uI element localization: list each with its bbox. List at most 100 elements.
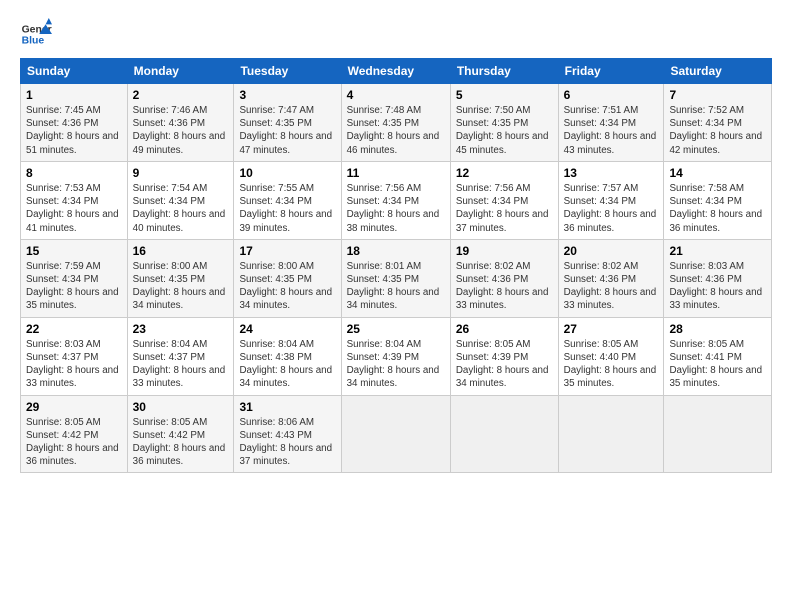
day-info: Sunrise: 7:56 AMSunset: 4:34 PMDaylight:… xyxy=(347,183,440,234)
calendar-cell: 31 Sunrise: 8:06 AMSunset: 4:43 PMDaylig… xyxy=(234,395,341,473)
day-number: 19 xyxy=(456,244,553,258)
col-friday: Friday xyxy=(558,59,664,84)
day-info: Sunrise: 8:04 AMSunset: 4:38 PMDaylight:… xyxy=(239,339,332,390)
day-info: Sunrise: 7:50 AMSunset: 4:35 PMDaylight:… xyxy=(456,105,549,156)
day-number: 9 xyxy=(133,166,229,180)
day-number: 24 xyxy=(239,322,335,336)
calendar-cell: 16 Sunrise: 8:00 AMSunset: 4:35 PMDaylig… xyxy=(127,239,234,317)
calendar-cell xyxy=(664,395,772,473)
calendar-cell: 3 Sunrise: 7:47 AMSunset: 4:35 PMDayligh… xyxy=(234,84,341,162)
calendar-cell: 28 Sunrise: 8:05 AMSunset: 4:41 PMDaylig… xyxy=(664,317,772,395)
col-thursday: Thursday xyxy=(450,59,558,84)
day-info: Sunrise: 7:47 AMSunset: 4:35 PMDaylight:… xyxy=(239,105,332,156)
header: General Blue xyxy=(20,18,772,50)
day-info: Sunrise: 8:06 AMSunset: 4:43 PMDaylight:… xyxy=(239,417,332,468)
day-number: 8 xyxy=(26,166,122,180)
calendar-header-row: Sunday Monday Tuesday Wednesday Thursday… xyxy=(21,59,772,84)
calendar-week-row: 29 Sunrise: 8:05 AMSunset: 4:42 PMDaylig… xyxy=(21,395,772,473)
day-number: 18 xyxy=(347,244,445,258)
day-number: 28 xyxy=(669,322,766,336)
day-number: 14 xyxy=(669,166,766,180)
day-info: Sunrise: 8:00 AMSunset: 4:35 PMDaylight:… xyxy=(133,261,226,312)
calendar-cell: 27 Sunrise: 8:05 AMSunset: 4:40 PMDaylig… xyxy=(558,317,664,395)
calendar-cell: 26 Sunrise: 8:05 AMSunset: 4:39 PMDaylig… xyxy=(450,317,558,395)
day-info: Sunrise: 7:46 AMSunset: 4:36 PMDaylight:… xyxy=(133,105,226,156)
calendar-cell: 22 Sunrise: 8:03 AMSunset: 4:37 PMDaylig… xyxy=(21,317,128,395)
calendar-cell: 9 Sunrise: 7:54 AMSunset: 4:34 PMDayligh… xyxy=(127,161,234,239)
day-number: 22 xyxy=(26,322,122,336)
logo-icon: General Blue xyxy=(20,18,52,50)
day-info: Sunrise: 7:54 AMSunset: 4:34 PMDaylight:… xyxy=(133,183,226,234)
day-info: Sunrise: 8:02 AMSunset: 4:36 PMDaylight:… xyxy=(564,261,657,312)
day-info: Sunrise: 7:48 AMSunset: 4:35 PMDaylight:… xyxy=(347,105,440,156)
day-number: 11 xyxy=(347,166,445,180)
day-number: 29 xyxy=(26,400,122,414)
calendar-cell: 8 Sunrise: 7:53 AMSunset: 4:34 PMDayligh… xyxy=(21,161,128,239)
calendar: Sunday Monday Tuesday Wednesday Thursday… xyxy=(20,58,772,473)
calendar-cell: 21 Sunrise: 8:03 AMSunset: 4:36 PMDaylig… xyxy=(664,239,772,317)
calendar-week-row: 8 Sunrise: 7:53 AMSunset: 4:34 PMDayligh… xyxy=(21,161,772,239)
calendar-cell: 20 Sunrise: 8:02 AMSunset: 4:36 PMDaylig… xyxy=(558,239,664,317)
calendar-week-row: 15 Sunrise: 7:59 AMSunset: 4:34 PMDaylig… xyxy=(21,239,772,317)
day-number: 31 xyxy=(239,400,335,414)
day-info: Sunrise: 8:04 AMSunset: 4:37 PMDaylight:… xyxy=(133,339,226,390)
calendar-cell: 14 Sunrise: 7:58 AMSunset: 4:34 PMDaylig… xyxy=(664,161,772,239)
col-saturday: Saturday xyxy=(664,59,772,84)
day-info: Sunrise: 8:05 AMSunset: 4:41 PMDaylight:… xyxy=(669,339,762,390)
day-number: 13 xyxy=(564,166,659,180)
calendar-week-row: 1 Sunrise: 7:45 AMSunset: 4:36 PMDayligh… xyxy=(21,84,772,162)
day-number: 5 xyxy=(456,88,553,102)
calendar-cell xyxy=(558,395,664,473)
day-info: Sunrise: 8:05 AMSunset: 4:42 PMDaylight:… xyxy=(133,417,226,468)
calendar-cell: 19 Sunrise: 8:02 AMSunset: 4:36 PMDaylig… xyxy=(450,239,558,317)
calendar-cell: 23 Sunrise: 8:04 AMSunset: 4:37 PMDaylig… xyxy=(127,317,234,395)
calendar-cell: 13 Sunrise: 7:57 AMSunset: 4:34 PMDaylig… xyxy=(558,161,664,239)
day-info: Sunrise: 8:05 AMSunset: 4:42 PMDaylight:… xyxy=(26,417,119,468)
day-info: Sunrise: 7:58 AMSunset: 4:34 PMDaylight:… xyxy=(669,183,762,234)
calendar-cell xyxy=(450,395,558,473)
day-number: 16 xyxy=(133,244,229,258)
calendar-cell: 15 Sunrise: 7:59 AMSunset: 4:34 PMDaylig… xyxy=(21,239,128,317)
day-info: Sunrise: 7:53 AMSunset: 4:34 PMDaylight:… xyxy=(26,183,119,234)
day-info: Sunrise: 8:03 AMSunset: 4:37 PMDaylight:… xyxy=(26,339,119,390)
day-number: 30 xyxy=(133,400,229,414)
svg-text:Blue: Blue xyxy=(22,36,45,47)
col-tuesday: Tuesday xyxy=(234,59,341,84)
day-number: 10 xyxy=(239,166,335,180)
day-number: 6 xyxy=(564,88,659,102)
day-number: 7 xyxy=(669,88,766,102)
calendar-cell: 2 Sunrise: 7:46 AMSunset: 4:36 PMDayligh… xyxy=(127,84,234,162)
calendar-cell: 10 Sunrise: 7:55 AMSunset: 4:34 PMDaylig… xyxy=(234,161,341,239)
day-number: 23 xyxy=(133,322,229,336)
day-number: 27 xyxy=(564,322,659,336)
day-number: 26 xyxy=(456,322,553,336)
page: General Blue Sunday Monday Tuesday Wedne… xyxy=(0,0,792,612)
col-sunday: Sunday xyxy=(21,59,128,84)
day-info: Sunrise: 8:01 AMSunset: 4:35 PMDaylight:… xyxy=(347,261,440,312)
calendar-cell: 24 Sunrise: 8:04 AMSunset: 4:38 PMDaylig… xyxy=(234,317,341,395)
calendar-cell xyxy=(341,395,450,473)
logo: General Blue xyxy=(20,18,58,50)
calendar-cell: 7 Sunrise: 7:52 AMSunset: 4:34 PMDayligh… xyxy=(664,84,772,162)
day-info: Sunrise: 8:02 AMSunset: 4:36 PMDaylight:… xyxy=(456,261,549,312)
calendar-week-row: 22 Sunrise: 8:03 AMSunset: 4:37 PMDaylig… xyxy=(21,317,772,395)
calendar-cell: 30 Sunrise: 8:05 AMSunset: 4:42 PMDaylig… xyxy=(127,395,234,473)
day-info: Sunrise: 7:55 AMSunset: 4:34 PMDaylight:… xyxy=(239,183,332,234)
calendar-cell: 4 Sunrise: 7:48 AMSunset: 4:35 PMDayligh… xyxy=(341,84,450,162)
calendar-cell: 1 Sunrise: 7:45 AMSunset: 4:36 PMDayligh… xyxy=(21,84,128,162)
calendar-cell: 18 Sunrise: 8:01 AMSunset: 4:35 PMDaylig… xyxy=(341,239,450,317)
day-info: Sunrise: 8:05 AMSunset: 4:40 PMDaylight:… xyxy=(564,339,657,390)
day-info: Sunrise: 7:52 AMSunset: 4:34 PMDaylight:… xyxy=(669,105,762,156)
calendar-cell: 11 Sunrise: 7:56 AMSunset: 4:34 PMDaylig… xyxy=(341,161,450,239)
day-info: Sunrise: 7:51 AMSunset: 4:34 PMDaylight:… xyxy=(564,105,657,156)
day-info: Sunrise: 8:00 AMSunset: 4:35 PMDaylight:… xyxy=(239,261,332,312)
day-info: Sunrise: 8:03 AMSunset: 4:36 PMDaylight:… xyxy=(669,261,762,312)
calendar-cell: 6 Sunrise: 7:51 AMSunset: 4:34 PMDayligh… xyxy=(558,84,664,162)
calendar-cell: 25 Sunrise: 8:04 AMSunset: 4:39 PMDaylig… xyxy=(341,317,450,395)
calendar-cell: 29 Sunrise: 8:05 AMSunset: 4:42 PMDaylig… xyxy=(21,395,128,473)
day-number: 1 xyxy=(26,88,122,102)
col-monday: Monday xyxy=(127,59,234,84)
calendar-cell: 5 Sunrise: 7:50 AMSunset: 4:35 PMDayligh… xyxy=(450,84,558,162)
day-info: Sunrise: 8:04 AMSunset: 4:39 PMDaylight:… xyxy=(347,339,440,390)
day-number: 21 xyxy=(669,244,766,258)
